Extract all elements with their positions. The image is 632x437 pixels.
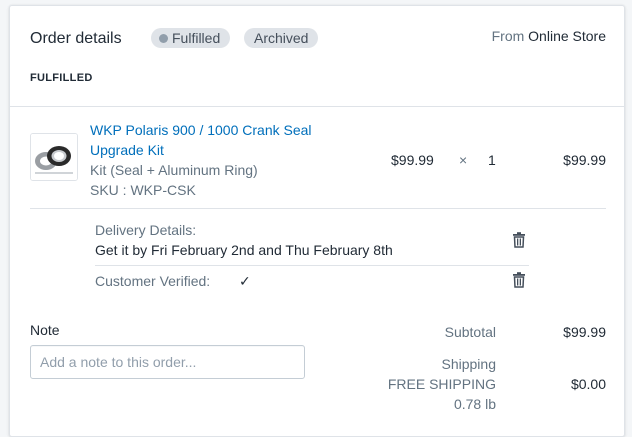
checkmark-icon: ✓ [239, 273, 251, 289]
line-item-total: $99.99 [563, 152, 606, 168]
delivery-details-label: Delivery Details: [95, 222, 197, 238]
customer-verified-label: Customer Verified: [95, 273, 211, 289]
order-source-name: Online Store [528, 28, 606, 44]
trash-icon[interactable] [510, 231, 528, 249]
trash-icon[interactable] [510, 271, 528, 289]
shipping-label: Shipping [441, 356, 497, 372]
trash-icon-graphic [513, 272, 525, 288]
multiply-sign: × [459, 152, 468, 168]
status-dot-icon [159, 34, 168, 43]
shipping-weight: 0.78 lb [453, 396, 496, 412]
product-variant: Kit (Seal + Aluminum Ring) [90, 162, 258, 178]
product-thumbnail[interactable] [30, 133, 78, 181]
order-source: From Online Store [492, 28, 606, 44]
archived-badge: Archived [244, 28, 319, 48]
card-title: Order details [30, 30, 122, 47]
subtotal-value: $99.99 [563, 324, 606, 340]
section-divider [10, 106, 624, 107]
order-note-input[interactable] [30, 345, 305, 379]
trash-icon-graphic [513, 232, 525, 248]
delivery-details-value: Get it by Fri February 2nd and Thu Febru… [95, 242, 393, 258]
product-sku: SKU : WKP-CSK [90, 182, 196, 198]
fulfilled-badge-label: Fulfilled [172, 30, 221, 46]
fulfilled-badge: Fulfilled [151, 28, 231, 48]
subtotal-label: Subtotal [444, 324, 496, 340]
product-title-link[interactable]: WKP Polaris 900 / 1000 Crank Seal Upgrad… [90, 120, 340, 160]
unit-price: $99.99 [391, 152, 434, 168]
order-details-card: Order details Fulfilled Archived From On… [9, 5, 625, 437]
line-item-divider [30, 208, 606, 209]
crank-seal-image-icon [31, 134, 77, 180]
note-label: Note [30, 322, 60, 338]
fulfillment-status-heading: FULFILLED [30, 72, 93, 84]
shipping-value: $0.00 [570, 376, 606, 392]
order-source-prefix: From [491, 28, 525, 44]
shipping-method: FREE SHIPPING [387, 376, 496, 392]
property-divider [95, 265, 529, 266]
quantity: 1 [488, 152, 496, 168]
